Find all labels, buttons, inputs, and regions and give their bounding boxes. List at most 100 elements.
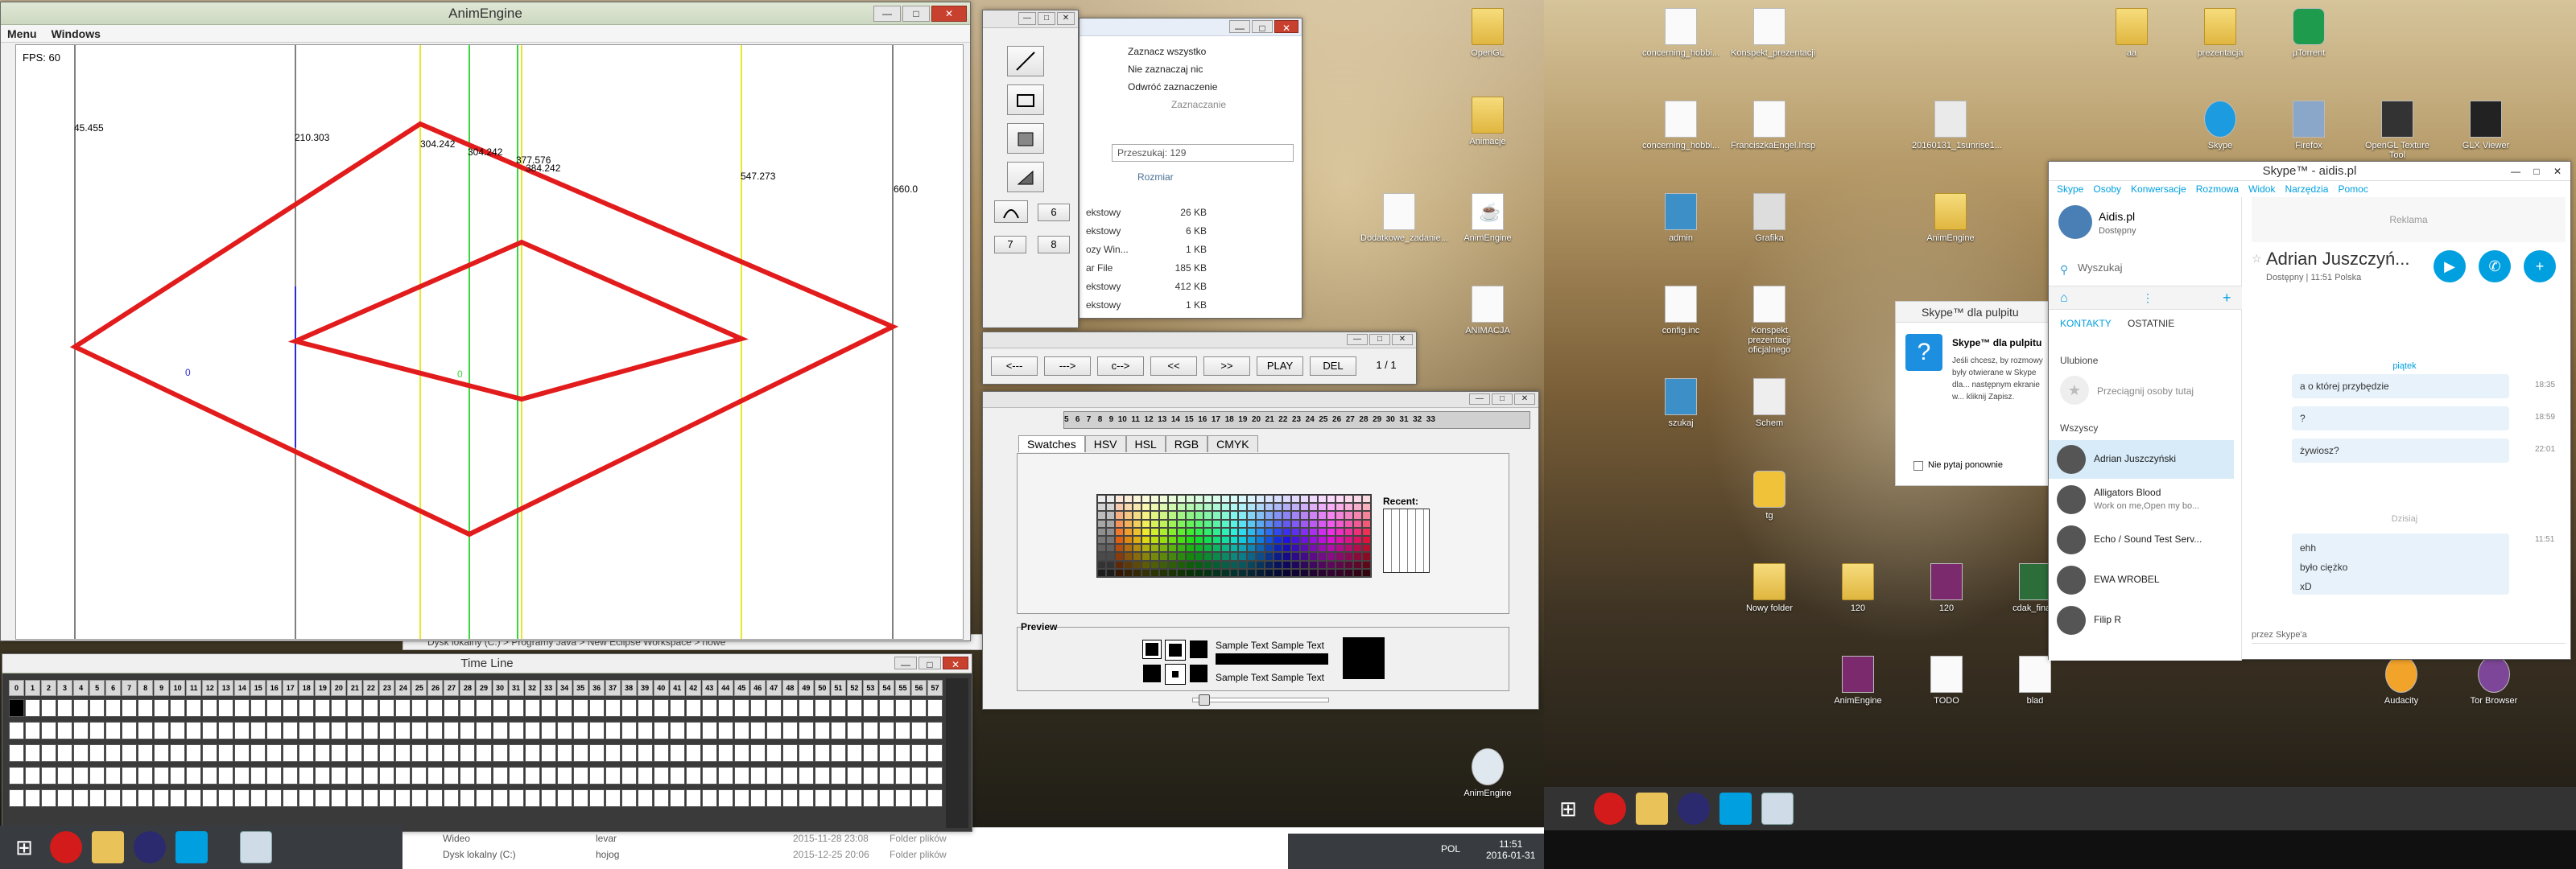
color-swatch[interactable] — [1185, 560, 1195, 569]
minimize-button[interactable]: — — [1018, 12, 1036, 25]
timeline-frame-cell[interactable] — [830, 722, 846, 739]
color-swatch[interactable] — [1274, 503, 1283, 512]
desktop-icon[interactable]: concerning_hobbi... — [1642, 101, 1719, 150]
color-swatch[interactable] — [1274, 519, 1283, 528]
file-explorer-icon[interactable] — [1636, 793, 1668, 825]
color-swatch[interactable] — [1105, 535, 1115, 545]
timeline-frame-cell[interactable] — [105, 789, 122, 807]
color-swatch[interactable] — [1318, 519, 1327, 528]
timeline-frame-cell[interactable] — [170, 744, 186, 762]
color-swatch[interactable] — [1150, 527, 1159, 536]
timeline-frame-cell[interactable] — [766, 722, 782, 739]
color-swatch[interactable] — [1282, 503, 1292, 512]
color-swatch[interactable] — [1256, 503, 1265, 512]
line-tool-button[interactable] — [1007, 46, 1044, 76]
skype-icon[interactable] — [175, 831, 208, 863]
color-swatch[interactable] — [1123, 527, 1133, 536]
color-swatch[interactable] — [1291, 560, 1301, 569]
color-swatch[interactable] — [1132, 503, 1141, 512]
timeline-frame-cell[interactable] — [621, 699, 637, 717]
close-button[interactable]: ✕ — [931, 6, 967, 22]
color-swatch[interactable] — [1203, 495, 1212, 504]
timeline-frame-cell[interactable] — [492, 722, 508, 739]
color-swatch[interactable] — [1335, 527, 1345, 536]
color-swatch[interactable] — [1114, 495, 1124, 504]
color-swatch[interactable] — [1220, 503, 1230, 512]
color-swatch[interactable] — [1362, 495, 1371, 504]
color-swatch[interactable] — [1362, 503, 1371, 512]
file-row[interactable]: ekstowy 6 KB — [1086, 222, 1207, 241]
color-swatch[interactable] — [1132, 535, 1141, 545]
color-swatch[interactable] — [1256, 544, 1265, 553]
file-row[interactable]: ozy Win... 1 KB — [1086, 241, 1207, 259]
color-swatch[interactable] — [1362, 568, 1371, 577]
color-swatch[interactable] — [1238, 544, 1248, 553]
timeline-frame-cell[interactable] — [556, 722, 572, 739]
timeline-frame-cell[interactable] — [347, 722, 363, 739]
color-swatch[interactable] — [1176, 495, 1186, 504]
timeline-frame-cell[interactable] — [556, 789, 572, 807]
timeline-frame-cell[interactable] — [685, 722, 701, 739]
color-swatch[interactable] — [1167, 511, 1177, 520]
color-swatch[interactable] — [1274, 568, 1283, 577]
color-swatch[interactable] — [1229, 552, 1239, 561]
timeline-frame-cell[interactable] — [315, 789, 331, 807]
color-swatch[interactable] — [1132, 568, 1141, 577]
recent-swatches[interactable] — [1383, 509, 1430, 573]
color-swatch[interactable] — [1300, 495, 1310, 504]
color-swatch[interactable] — [1282, 568, 1292, 577]
contact-item[interactable]: Filip R — [2049, 601, 2234, 640]
color-swatch[interactable] — [1344, 568, 1354, 577]
desktop-icon[interactable]: aa — [2093, 8, 2170, 58]
language-indicator[interactable]: POL — [1441, 843, 1460, 855]
color-swatch[interactable] — [1282, 511, 1292, 520]
timeline-frame-cell[interactable] — [395, 722, 411, 739]
clock[interactable]: 11:51 2016-01-31 — [1486, 838, 1535, 861]
timeline-frame-cell[interactable] — [250, 744, 266, 762]
timeline-frame-cell[interactable] — [347, 699, 363, 717]
close-button[interactable]: ✕ — [1514, 393, 1535, 405]
timeline-frame-cell[interactable] — [733, 744, 749, 762]
timeline-frame-cell[interactable] — [894, 744, 910, 762]
color-swatch[interactable] — [1141, 544, 1150, 553]
color-swatch[interactable] — [1167, 519, 1177, 528]
desktop-icon[interactable]: 120 — [1908, 563, 1985, 613]
java-app-icon[interactable] — [240, 831, 272, 863]
color-swatch[interactable] — [1282, 495, 1292, 504]
timeline-frame-cell[interactable] — [154, 722, 170, 739]
timeline-scrollbar[interactable] — [946, 678, 968, 828]
timeline-frame-cell[interactable] — [89, 767, 105, 785]
timeline-frame-cell[interactable] — [460, 722, 476, 739]
color-swatch[interactable] — [1344, 552, 1354, 561]
timeline-frame-cell[interactable] — [395, 767, 411, 785]
color-swatch[interactable] — [1194, 535, 1203, 545]
timeline-frame-cell[interactable] — [508, 789, 524, 807]
color-swatch[interactable] — [1185, 544, 1195, 553]
timeline-frame-cell[interactable] — [476, 767, 492, 785]
timeline-frame-cell[interactable] — [766, 767, 782, 785]
color-swatch[interactable] — [1150, 503, 1159, 512]
color-swatch[interactable] — [1212, 495, 1221, 504]
color-swatch[interactable] — [1158, 495, 1168, 504]
color-swatch[interactable] — [1114, 511, 1124, 520]
dialpad-icon[interactable]: ⋮ — [2142, 291, 2153, 305]
color-swatch[interactable] — [1327, 552, 1336, 561]
file-explorer-icon[interactable] — [92, 831, 124, 863]
color-swatch[interactable] — [1353, 503, 1363, 512]
prev-frame-button[interactable]: <--- — [991, 356, 1038, 376]
color-swatch[interactable] — [1247, 503, 1257, 512]
color-swatch[interactable] — [1123, 535, 1133, 545]
color-swatch[interactable] — [1167, 495, 1177, 504]
color-swatch[interactable] — [1158, 535, 1168, 545]
color-swatch[interactable] — [1141, 552, 1150, 561]
timeline-frame-cell[interactable] — [299, 699, 315, 717]
tool-button-7[interactable]: 7 — [994, 236, 1026, 253]
color-swatch[interactable] — [1300, 519, 1310, 528]
timeline-frame-cell[interactable] — [170, 722, 186, 739]
color-swatch[interactable] — [1318, 511, 1327, 520]
color-swatch[interactable] — [1158, 511, 1168, 520]
timeline-frame-cell[interactable] — [878, 699, 894, 717]
color-swatch[interactable] — [1344, 527, 1354, 536]
color-swatch[interactable] — [1141, 495, 1150, 504]
dont-ask-checkbox[interactable] — [1913, 461, 1923, 471]
